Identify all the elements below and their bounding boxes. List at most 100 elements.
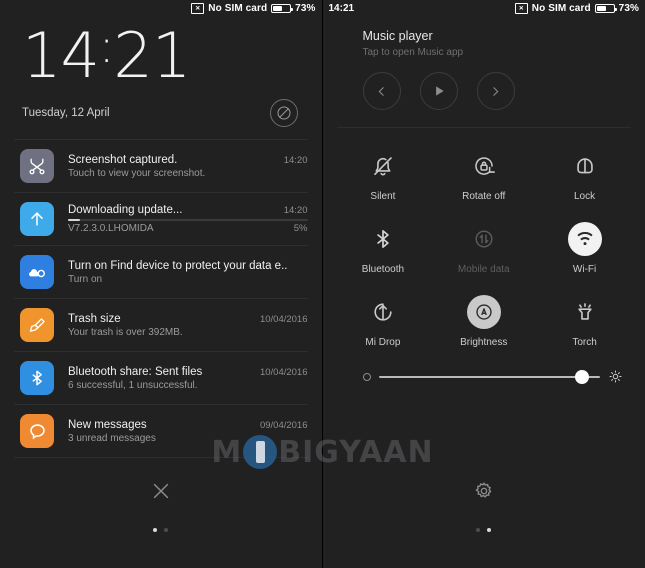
notification-row[interactable]: Trash size 10/04/2016 Your trash is over… — [0, 299, 322, 351]
mobile-data-icon-wrap — [467, 222, 501, 256]
download-progress-bar — [68, 219, 308, 221]
quick-toggle-wifi[interactable]: Wi-Fi — [534, 207, 635, 280]
shade-footer-right — [323, 450, 645, 568]
notification-time: 09/04/2016 — [259, 419, 308, 431]
torch-icon-wrap — [568, 295, 602, 329]
bell-off-icon — [374, 157, 392, 176]
page-dot[interactable] — [487, 528, 492, 532]
lockscreen-clock-area: 14:21 Tuesday, 12 April — [0, 17, 322, 127]
brightness-slider-thumb[interactable] — [575, 369, 590, 384]
quick-toggle-mobile-data[interactable]: Mobile data — [433, 207, 534, 280]
notification-body: Trash size 10/04/2016 Your trash is over… — [68, 313, 308, 338]
notification-row[interactable]: Bluetooth share: Sent files 10/04/2016 6… — [0, 352, 322, 404]
page-dot[interactable] — [476, 528, 481, 532]
notification-subtitle: 3 unread messages — [68, 432, 156, 444]
sim-status-text: No SIM card — [531, 3, 591, 14]
next-track-icon — [493, 86, 499, 96]
notification-title: Screenshot captured. — [68, 153, 178, 166]
notification-body: Screenshot captured. 14:20 Touch to view… — [68, 154, 308, 179]
sim-status-text: No SIM card — [208, 3, 268, 14]
previous-track-icon — [378, 86, 384, 96]
notification-row[interactable]: Downloading update... 14:20 V7.2.3.0.LHO… — [0, 193, 322, 245]
settings-button[interactable] — [469, 476, 499, 506]
quick-toggle-lock[interactable]: Lock — [534, 134, 635, 207]
notification-title: Trash size — [68, 312, 121, 325]
screenshot-scissors-icon — [20, 149, 54, 183]
bell-off-icon-wrap — [366, 149, 400, 183]
quick-toggle-rotate[interactable]: Rotate off — [433, 134, 534, 207]
quick-toggle-label: Bluetooth — [361, 264, 405, 275]
brightness-low-icon — [362, 372, 371, 381]
notification-body: Downloading update... 14:20 V7.2.3.0.LHO… — [68, 204, 308, 234]
notification-title: Bluetooth share: Sent files — [68, 365, 203, 378]
quick-toggle-label: Mi Drop — [365, 337, 401, 348]
quick-toggle-brightness[interactable]: Brightness — [433, 280, 534, 353]
mi-drop-icon-wrap — [366, 295, 400, 329]
mobile-data-icon — [475, 230, 493, 248]
brightness-auto-icon-wrap — [466, 295, 501, 329]
date-row: Tuesday, 12 April — [22, 99, 300, 127]
cleaner-broom-icon — [20, 308, 54, 342]
wifi-icon-wrap — [567, 222, 602, 256]
notification-body: Turn on Find device to protect your data… — [68, 260, 308, 285]
previous-track-button[interactable] — [362, 72, 401, 110]
notification-subtitle: Your trash is over 392MB. — [68, 326, 183, 338]
brightness-auto-icon — [476, 304, 492, 320]
notification-row[interactable]: Turn on Find device to protect your data… — [0, 246, 322, 298]
next-track-button[interactable] — [476, 72, 515, 110]
notification-title: New messages — [68, 418, 147, 431]
quick-toggle-silent[interactable]: Silent — [333, 134, 434, 207]
close-x-icon — [153, 483, 168, 499]
quick-toggle-bluetooth[interactable]: Bluetooth — [333, 207, 434, 280]
notification-row[interactable]: Screenshot captured. 14:20 Touch to view… — [0, 140, 322, 192]
torch-icon — [577, 303, 592, 320]
quick-toggle-torch[interactable]: Torch — [534, 280, 635, 353]
quick-toggle-label: Torch — [572, 337, 597, 348]
notification-shade-panel: ✕ No SIM card 73% 14:21 Tuesday, 12 Apri… — [0, 0, 322, 568]
notification-time: 10/04/2016 — [259, 366, 308, 378]
clear-all-notifications-button[interactable] — [146, 476, 176, 506]
download-arrow-up-icon — [20, 202, 54, 236]
status-bar-icons: ✕ No SIM card 73% — [514, 3, 639, 14]
quick-toggle-label: Mobile data — [457, 264, 510, 275]
brightness-slider-track[interactable] — [378, 369, 600, 384]
quick-toggle-label: Silent — [370, 191, 396, 202]
clock-minutes: 21 — [113, 19, 191, 92]
lock-icon — [576, 158, 593, 174]
notification-subtitle: Touch to view your screenshot. — [68, 167, 206, 179]
notification-subtitle: V7.2.3.0.LHOMIDA — [68, 223, 154, 234]
sim-card-off-icon: ✕ — [191, 3, 205, 14]
battery-percent-text: 73% — [618, 3, 639, 14]
gear-icon — [475, 482, 492, 498]
battery-percent-text: 73% — [295, 3, 316, 14]
quick-toggle-grid: Silent Rotate off Lock Bluetooth Mobile … — [323, 128, 645, 353]
download-progress-label: 5% — [293, 223, 308, 234]
do-not-disturb-icon[interactable] — [269, 99, 298, 127]
music-controls — [362, 72, 624, 110]
status-bar-left: ✕ No SIM card 73% — [0, 0, 322, 17]
clock-hours: 14 — [22, 19, 100, 92]
rotate-lock-icon-wrap — [467, 149, 501, 183]
quick-toggle-row: Mi Drop Brightness Torch — [333, 280, 636, 353]
bluetooth-icon — [377, 230, 389, 248]
wifi-icon — [576, 232, 593, 246]
quick-toggle-mi-drop[interactable]: Mi Drop — [333, 280, 434, 353]
status-bar-clock: 14:21 — [328, 3, 355, 14]
quick-toggle-label: Rotate off — [462, 191, 506, 202]
bluetooth-icon — [20, 361, 54, 395]
brightness-slider-row[interactable] — [323, 353, 645, 384]
clock: 14:21 — [22, 23, 300, 89]
music-player-subtitle: Tap to open Music app — [362, 47, 464, 58]
page-dot[interactable] — [153, 528, 158, 532]
shade-footer-left — [0, 450, 322, 568]
notification-subtitle: 6 successful, 1 unsuccessful. — [68, 379, 198, 391]
music-player-title: Music player — [362, 29, 433, 43]
quick-toggle-label: Brightness — [460, 337, 508, 348]
play-button[interactable] — [419, 72, 458, 110]
screenshot-root: ✕ No SIM card 73% 14:21 Tuesday, 12 Apri… — [0, 0, 645, 568]
play-icon — [435, 86, 444, 96]
music-player-widget[interactable]: Music player Tap to open Music app — [323, 17, 645, 110]
notification-title: Downloading update... — [68, 204, 183, 216]
page-dot[interactable] — [164, 528, 169, 532]
notification-time: 14:20 — [283, 154, 308, 166]
